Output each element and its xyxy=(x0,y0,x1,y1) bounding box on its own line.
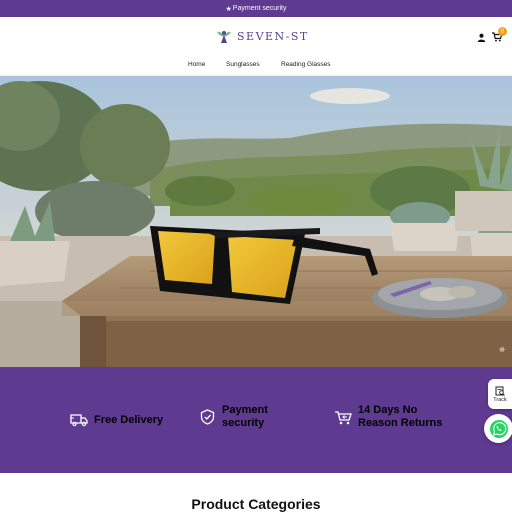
logo-icon xyxy=(217,31,231,43)
nav-item-home[interactable]: Home xyxy=(188,61,205,68)
cart-count-badge: 0 xyxy=(498,27,507,36)
shield-check-icon xyxy=(198,408,216,426)
hero-image xyxy=(0,76,512,367)
announcement-bar: ★ Payment security xyxy=(0,0,512,17)
return-cart-icon xyxy=(334,408,352,426)
track-icon xyxy=(495,386,505,396)
star-icon: ★ xyxy=(225,5,232,13)
user-icon[interactable] xyxy=(475,31,487,43)
feature-free-delivery: Free Delivery xyxy=(70,411,163,429)
whatsapp-button[interactable] xyxy=(484,414,512,443)
brand-logo[interactable]: SEVEN-ST xyxy=(214,26,309,46)
feature-returns: 14 Days No Reason Returns xyxy=(334,404,448,430)
brand-name: SEVEN-ST xyxy=(237,29,309,43)
page: ★ Payment security SEVEN-ST 0 Home Sungl… xyxy=(0,0,512,512)
nav-item-reading-glasses[interactable]: Reading Glasses xyxy=(281,61,331,68)
site-header: SEVEN-ST xyxy=(0,17,512,57)
feature-label: Payment security xyxy=(222,404,268,429)
feature-label: 14 Days No Reason Returns xyxy=(358,404,443,429)
delivery-truck-icon xyxy=(70,411,88,429)
whatsapp-icon xyxy=(489,419,508,438)
feature-payment-security: Payment security xyxy=(198,404,278,430)
feature-label: Free Delivery xyxy=(94,413,164,426)
announcement-text: Payment security xyxy=(232,5,287,12)
nav-item-sunglasses[interactable]: Sunglasses xyxy=(226,61,260,68)
carousel-control-icon[interactable]: ❊ xyxy=(498,347,506,355)
product-categories-title: Product Categories xyxy=(191,496,321,512)
hero-banner[interactable]: ❊ xyxy=(0,76,512,367)
main-nav: Home Sunglasses Reading Glasses xyxy=(0,57,512,75)
track-order-button[interactable]: Track xyxy=(488,379,512,409)
track-label: Track xyxy=(493,396,507,403)
